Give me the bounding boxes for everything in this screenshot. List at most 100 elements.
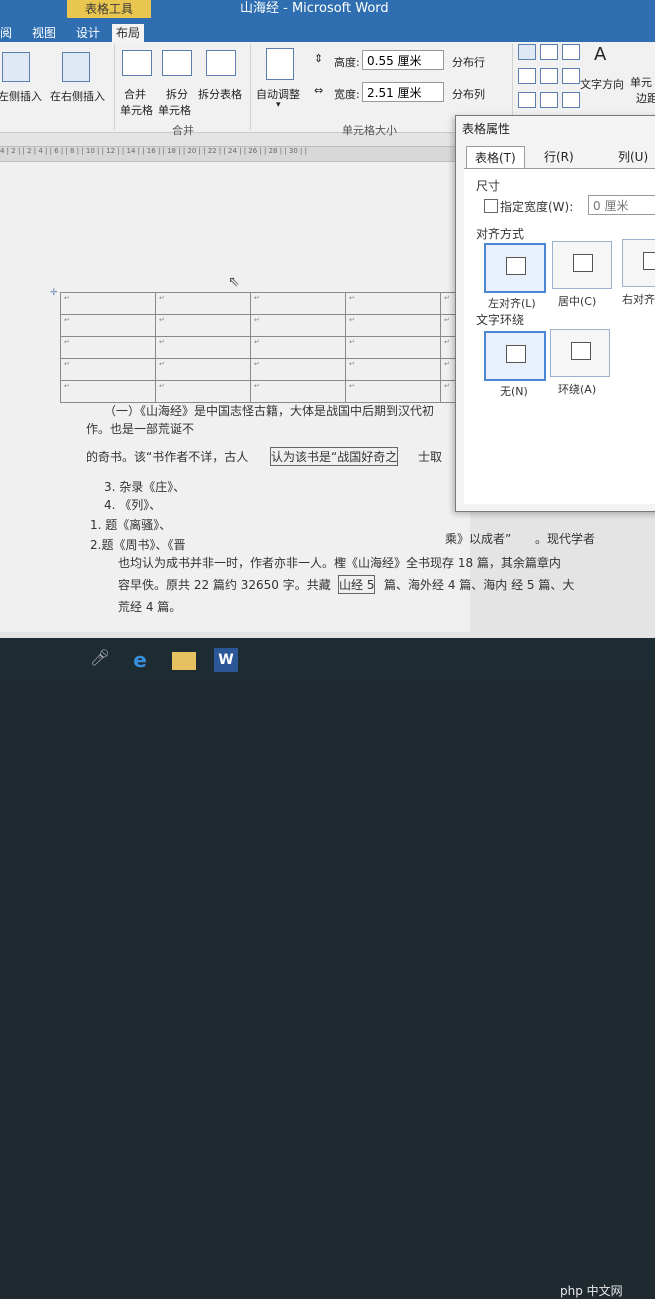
align-left-option[interactable] bbox=[484, 243, 546, 293]
insert-right-button[interactable]: 在右侧插入 bbox=[50, 88, 105, 104]
split-table-button[interactable]: 拆分表格 bbox=[198, 86, 242, 102]
align-right-option[interactable] bbox=[622, 239, 655, 287]
chevron-down-icon[interactable]: ▾ bbox=[276, 100, 281, 110]
split-table-icon[interactable] bbox=[206, 50, 236, 76]
mouse-pointer-icon: ⇖ bbox=[228, 274, 240, 290]
split-cells-icon[interactable] bbox=[162, 50, 192, 76]
dialog-title: 表格属性 bbox=[462, 122, 511, 136]
width-icon: ⇔ bbox=[314, 84, 324, 97]
doc-line-6: 1. 题《离骚》、 bbox=[90, 518, 172, 532]
ribbon-tab-row: 阅 视图 设计 布局 bbox=[0, 22, 655, 42]
tab-view[interactable]: 视图 bbox=[28, 24, 60, 42]
height-icon: ⇕ bbox=[314, 52, 324, 65]
group-cellsize-label: 单元格大小 bbox=[342, 124, 397, 137]
align-bottom-center-icon[interactable] bbox=[540, 92, 558, 108]
group-merge-label: 合并 bbox=[172, 124, 194, 137]
dialog-panel: 尺寸 指定宽度(W): 0 厘米 对齐方式 左对齐(L) 居中(C) 右对齐 文… bbox=[464, 168, 655, 504]
doc-line-1: （一）《山海经》是中国志怪古籍，大体是战国中后期到汉代初 bbox=[104, 404, 435, 418]
microphone-icon[interactable]: 🎤︎ bbox=[88, 648, 112, 672]
align-top-center-icon[interactable] bbox=[540, 44, 558, 60]
horizontal-ruler[interactable]: 4 | 2 | | 2 | 4 | | 6 | | 8 | | 10 | | 1… bbox=[0, 146, 460, 162]
align-center-option[interactable] bbox=[552, 241, 612, 289]
watermark-logo: php 中文网 bbox=[560, 1284, 623, 1298]
tab-row[interactable]: 行(R) bbox=[536, 146, 582, 168]
align-bottom-right-icon[interactable] bbox=[562, 92, 580, 108]
text-wrapping-section-label: 文字环绕 bbox=[476, 313, 525, 327]
cell-margins-label2: 边距 bbox=[636, 92, 655, 105]
word-app-icon[interactable]: W bbox=[214, 648, 238, 672]
align-bottom-left-icon[interactable] bbox=[518, 92, 536, 108]
doc-highlight-box-2: 山经 5 bbox=[338, 575, 376, 594]
cell-margins-button[interactable]: 单元 bbox=[630, 74, 652, 90]
alignment-section-label: 对齐方式 bbox=[476, 227, 525, 241]
align-center-label: 居中(C) bbox=[558, 295, 597, 308]
insert-left-button[interactable]: 左侧插入 bbox=[0, 88, 42, 104]
preferred-width-input[interactable]: 0 厘米 bbox=[588, 195, 655, 215]
wrap-around-label: 环绕(A) bbox=[558, 383, 597, 396]
column-width-input[interactable]: 2.51 厘米 bbox=[362, 82, 444, 102]
tab-design[interactable]: 设计 bbox=[72, 24, 104, 42]
doc-line-4: 3. 杂录《庄》、 bbox=[104, 480, 186, 494]
wrap-around-icon bbox=[571, 342, 591, 360]
wrap-around-option[interactable] bbox=[550, 329, 610, 377]
align-middle-right-icon[interactable] bbox=[562, 68, 580, 84]
distribute-columns-button[interactable]: 分布列 bbox=[452, 86, 485, 102]
align-left-label: 左对齐(L) bbox=[488, 297, 536, 310]
doc-line-2: 作。也是一部荒诞不 bbox=[86, 422, 195, 436]
size-section-label: 尺寸 bbox=[476, 179, 501, 193]
preferred-width-checkbox[interactable] bbox=[484, 199, 498, 213]
table-properties-dialog: 表格属性 表格(T) 行(R) 列(U) 尺寸 指定宽度(W): 0 厘米 对齐… bbox=[455, 115, 655, 512]
align-top-right-icon[interactable] bbox=[562, 44, 580, 60]
doc-line-10: 荒经 4 篇。 bbox=[118, 600, 182, 614]
insert-right-icon[interactable] bbox=[62, 52, 90, 82]
doc-line-5: 4. 《列》、 bbox=[104, 498, 162, 512]
tab-review[interactable]: 阅 bbox=[0, 24, 16, 42]
wrap-none-icon bbox=[506, 345, 526, 363]
doc-line-7a: 2.题《周书》、《晋 bbox=[90, 538, 186, 552]
ribbon-separator bbox=[250, 44, 251, 130]
title-bar: 表格工具 山海经 - Microsoft Word bbox=[0, 0, 655, 22]
file-explorer-icon[interactable] bbox=[172, 652, 196, 670]
doc-line-7c: 。现代学者 bbox=[535, 532, 596, 546]
doc-line-9c: 篇、海外经 4 篇、海内 经 5 篇、大 bbox=[384, 578, 575, 592]
wrap-none-label: 无(N) bbox=[500, 385, 528, 398]
doc-line-9: 容早佚。原共 22 篇约 32650 字。共藏 bbox=[118, 578, 331, 592]
align-center-icon bbox=[573, 254, 593, 272]
align-top-left-icon[interactable] bbox=[518, 44, 536, 60]
align-right-icon bbox=[643, 252, 655, 270]
insert-left-icon[interactable] bbox=[2, 52, 30, 82]
merge-cells-label2: 单元格 bbox=[120, 104, 153, 117]
doc-line-7b: 乘》以成者” bbox=[445, 532, 512, 546]
doc-line-3a: 的奇书。该“书作者不详，古人 bbox=[86, 450, 249, 464]
table-move-handle-icon[interactable]: ✛ bbox=[50, 288, 58, 298]
text-direction-icon[interactable]: A bbox=[594, 44, 606, 65]
text-direction-button[interactable]: 文字方向 bbox=[580, 76, 624, 92]
windows-taskbar: 🎤︎ e W php 中文网 bbox=[0, 638, 655, 1298]
width-label: 宽度: bbox=[334, 88, 360, 101]
window-title: 山海经 - Microsoft Word bbox=[240, 1, 389, 16]
ribbon-separator bbox=[114, 44, 115, 130]
tab-layout[interactable]: 布局 bbox=[112, 24, 145, 42]
row-height-input[interactable]: 0.55 厘米 bbox=[362, 50, 444, 70]
tab-table[interactable]: 表格(T) bbox=[466, 146, 525, 169]
doc-highlight-box: 认为该书是“战国好奇之 bbox=[270, 447, 399, 466]
wrap-none-option[interactable] bbox=[484, 331, 546, 381]
align-right-label: 右对齐 bbox=[622, 293, 655, 306]
word-window: 表格工具 山海经 - Microsoft Word 阅 视图 设计 布局 左侧插… bbox=[0, 0, 655, 638]
table-tools-context-tab: 表格工具 bbox=[67, 0, 151, 18]
merge-cells-icon[interactable] bbox=[122, 50, 152, 76]
distribute-rows-button[interactable]: 分布行 bbox=[452, 54, 485, 70]
split-cells-button[interactable]: 拆分 bbox=[166, 86, 188, 102]
edge-browser-icon[interactable]: e bbox=[128, 648, 152, 672]
split-cells-label2: 单元格 bbox=[158, 104, 191, 117]
preferred-width-label: 指定宽度(W): bbox=[500, 200, 574, 214]
tab-column[interactable]: 列(U) bbox=[610, 146, 655, 168]
doc-line-8: 也均认为成书并非一时，作者亦非一人。檉《山海经》全书现存 18 篇，其余篇章内 bbox=[118, 556, 561, 570]
autofit-icon[interactable] bbox=[266, 48, 294, 80]
doc-line-3c: 士取 bbox=[418, 450, 443, 464]
align-middle-center-icon[interactable] bbox=[540, 68, 558, 84]
align-left-icon bbox=[506, 257, 526, 275]
height-label: 高度: bbox=[334, 56, 360, 69]
merge-cells-button[interactable]: 合并 bbox=[124, 86, 146, 102]
align-middle-left-icon[interactable] bbox=[518, 68, 536, 84]
